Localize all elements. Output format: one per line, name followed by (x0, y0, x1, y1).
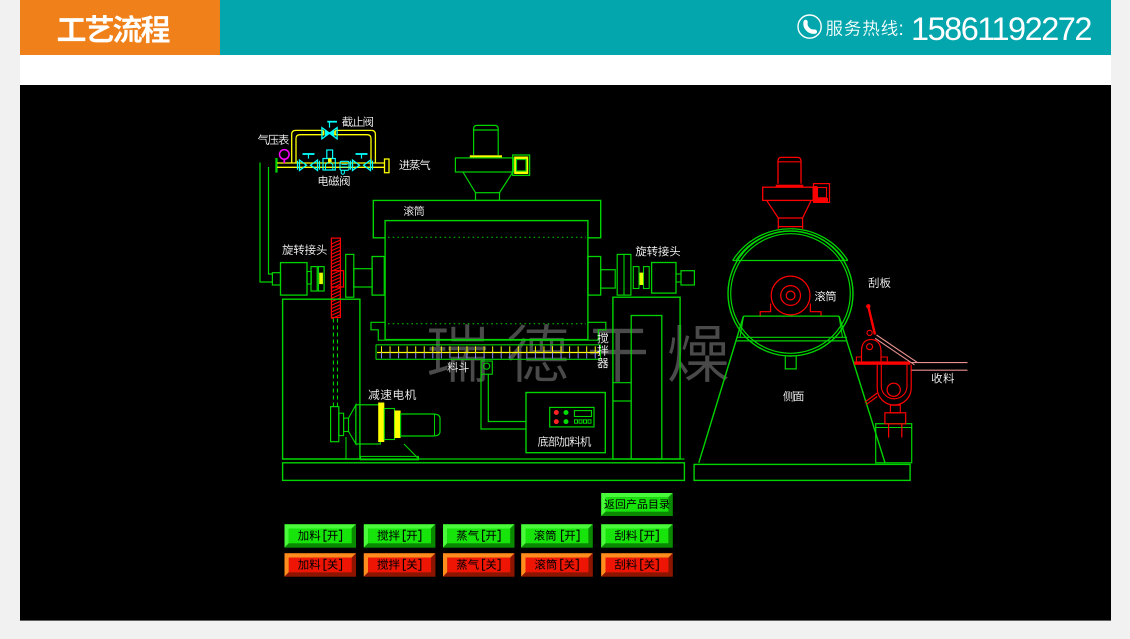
svg-text::: : (899, 19, 904, 40)
svg-text:15861192272: 15861192272 (911, 11, 1091, 47)
